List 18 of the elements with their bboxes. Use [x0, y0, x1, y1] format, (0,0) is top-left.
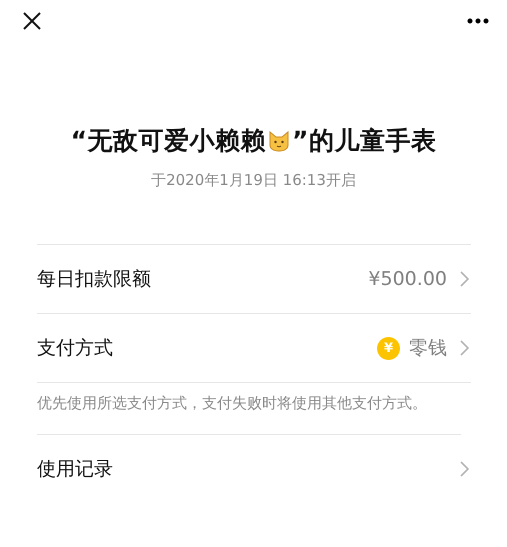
settings-row[interactable]: ¥ 零钱 [377, 335, 471, 361]
row-value: ¥500.00 [368, 268, 447, 290]
chevron-icon [460, 340, 469, 356]
row-value: 零钱 [409, 336, 447, 361]
row-label: 使用记录 [37, 457, 114, 482]
hint-text: 优先使用所选支付方式，支付失败时将使用其他支付方式。 [37, 383, 461, 435]
subtitle: 于2020年1月19日 16:13开启 [150, 171, 357, 190]
cat-face-icon [267, 128, 291, 152]
chevron-icon [460, 271, 469, 287]
more-icon[interactable] [467, 18, 489, 24]
row-label: 支付方式 [37, 336, 114, 361]
chevron-icon [460, 461, 469, 477]
close-icon[interactable] [22, 11, 42, 31]
row-label: 每日扣款限额 [37, 267, 152, 292]
settings-row[interactable]: ¥500.00 [368, 268, 471, 290]
title-text: “无敌可爱小赖赖 [70, 125, 266, 157]
coin-icon: ¥ [377, 336, 400, 360]
title-text: ”的儿童手表 [292, 125, 436, 157]
